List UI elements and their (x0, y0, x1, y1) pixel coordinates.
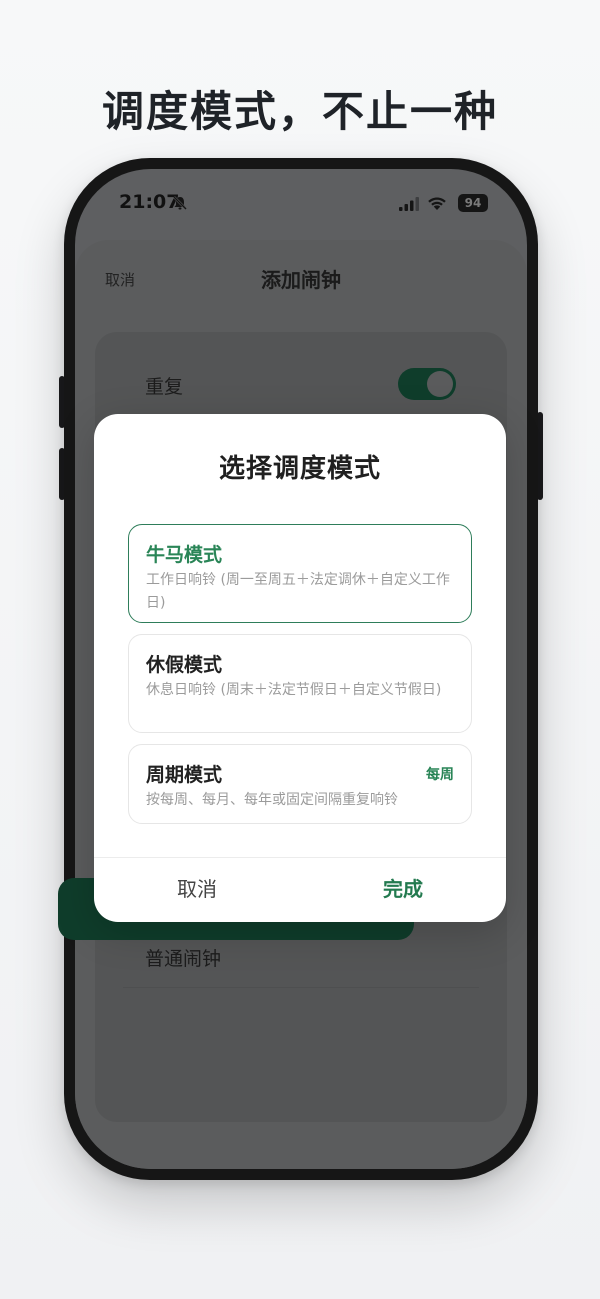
cycle-frequency-badge: 每周 (426, 767, 454, 783)
option-title: 休假模式 (146, 654, 223, 676)
dialog-done-button[interactable]: 完成 (300, 857, 506, 922)
alarm-type-label: 普通闹钟 (145, 948, 222, 970)
wifi-icon (428, 197, 446, 210)
headline: 调度模式，不止一种 (101, 87, 498, 136)
dialog-cancel-button[interactable]: 取消 (94, 857, 300, 922)
option-workday-mode[interactable]: 牛马模式 工作日响铃 (周一至周五＋法定调休＋自定义工作日) (128, 524, 472, 623)
dialog-title: 选择调度模式 (218, 454, 381, 484)
repeat-row: 重复 (123, 354, 479, 414)
option-description: 休息日响铃 (周末＋法定节假日＋自定义节假日) (146, 682, 442, 698)
status-bar: 21:07 94 (75, 169, 527, 239)
status-time: 21:07 (119, 191, 180, 213)
page-title: 添加闹钟 (261, 268, 341, 292)
option-title: 周期模式 (146, 764, 223, 786)
repeat-toggle[interactable] (398, 368, 456, 400)
repeat-label: 重复 (145, 376, 184, 398)
option-cycle-mode[interactable]: 周期模式 每周 按每周、每月、每年或固定间隔重复响铃 (128, 744, 472, 824)
schedule-mode-dialog: 选择调度模式 牛马模式 工作日响铃 (周一至周五＋法定调休＋自定义工作日) 休假… (94, 414, 506, 922)
option-description: 工作日响铃 (周一至周五＋法定调休＋自定义工作日) (146, 572, 450, 611)
toggle-knob (427, 371, 453, 397)
option-holiday-mode[interactable]: 休假模式 休息日响铃 (周末＋法定节假日＋自定义节假日) (128, 634, 472, 733)
battery-indicator: 94 (458, 194, 488, 212)
cellular-signal-icon (399, 197, 419, 211)
option-title: 牛马模式 (146, 544, 223, 566)
option-description: 按每周、每月、每年或固定间隔重复响铃 (146, 792, 398, 808)
bell-off-icon (173, 196, 187, 210)
